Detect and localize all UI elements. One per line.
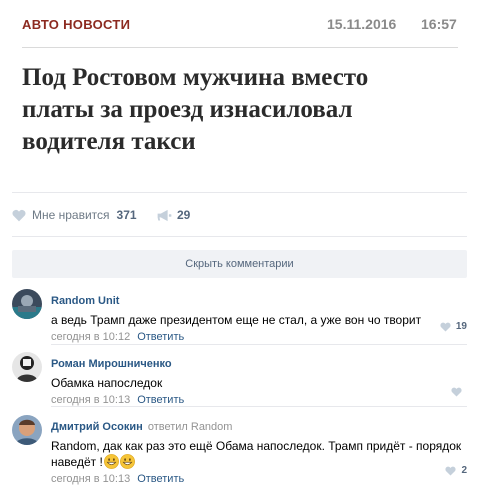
user-avatar-image [12,415,42,445]
user-avatar-image [12,289,42,319]
heart-icon [12,209,26,221]
comment-text: Random, дак как раз это ещё Обама напосл… [51,438,472,470]
comment-text: а ведь Трамп даже президентом еще не ста… [51,313,422,327]
stats-divider [12,236,467,237]
replied-to-label[interactable]: ответил Random [148,421,233,433]
comment-text: Обамка напоследок [51,376,163,390]
post-stats: Мне нравится 371 29 [12,205,472,225]
article-time: 16:57 [421,16,457,32]
comment-divider [51,344,467,345]
avatar[interactable] [12,352,42,382]
comment-like-count: 19 [455,321,467,332]
heart-icon [445,466,457,476]
reply-button[interactable]: Ответить [137,473,184,485]
comment-like-button[interactable] [451,387,467,397]
user-avatar-image [12,352,42,382]
header-divider [22,47,458,48]
grinning-face-emoji [103,454,119,469]
reply-button[interactable]: Ответить [137,394,184,406]
reply-button[interactable]: Ответить [137,331,184,343]
comment-date[interactable]: сегодня в 10:13 [51,394,130,406]
comment-date[interactable]: сегодня в 10:12 [51,331,130,343]
comment-divider [51,406,467,407]
comment-item: Роман Мирошниченко Обамка напоследок сег… [12,352,472,406]
article-date: 15.11.2016 [327,16,397,32]
article-rubric: АВТО НОВОСТИ [22,17,131,32]
share-count: 29 [177,208,191,222]
heart-icon [440,322,451,332]
hide-comments-button[interactable]: Скрыть комментарии [12,250,467,278]
like-button[interactable]: Мне нравится 371 [12,205,137,225]
article-card[interactable]: АВТО НОВОСТИ 15.11.2016 16:57 Под Ростов… [12,0,467,193]
comment-author[interactable]: Random Unit [51,295,119,307]
comment-author[interactable]: Роман Мирошниченко [51,358,172,370]
comment-item: Дмитрий Осокин ответил Random Random, да… [12,415,472,485]
comment-like-button[interactable]: 2 [445,465,467,476]
heart-icon [451,387,462,397]
comment-like-count: 2 [461,465,467,476]
megaphone-icon [157,209,172,221]
grinning-face-emoji [119,454,135,469]
avatar[interactable] [12,415,42,445]
like-label: Мне нравится [32,208,110,222]
comment-like-button[interactable]: 19 [440,321,467,332]
like-count: 371 [116,208,137,222]
comment-date[interactable]: сегодня в 10:13 [51,473,130,485]
share-button[interactable]: 29 [157,205,190,225]
comment-author[interactable]: Дмитрий Осокин [51,421,143,433]
comment-item: Random Unit а ведь Трамп даже президенто… [12,289,472,343]
article-headline: Под Ростовом мужчина вместо платы за про… [22,64,369,155]
avatar[interactable] [12,289,42,319]
